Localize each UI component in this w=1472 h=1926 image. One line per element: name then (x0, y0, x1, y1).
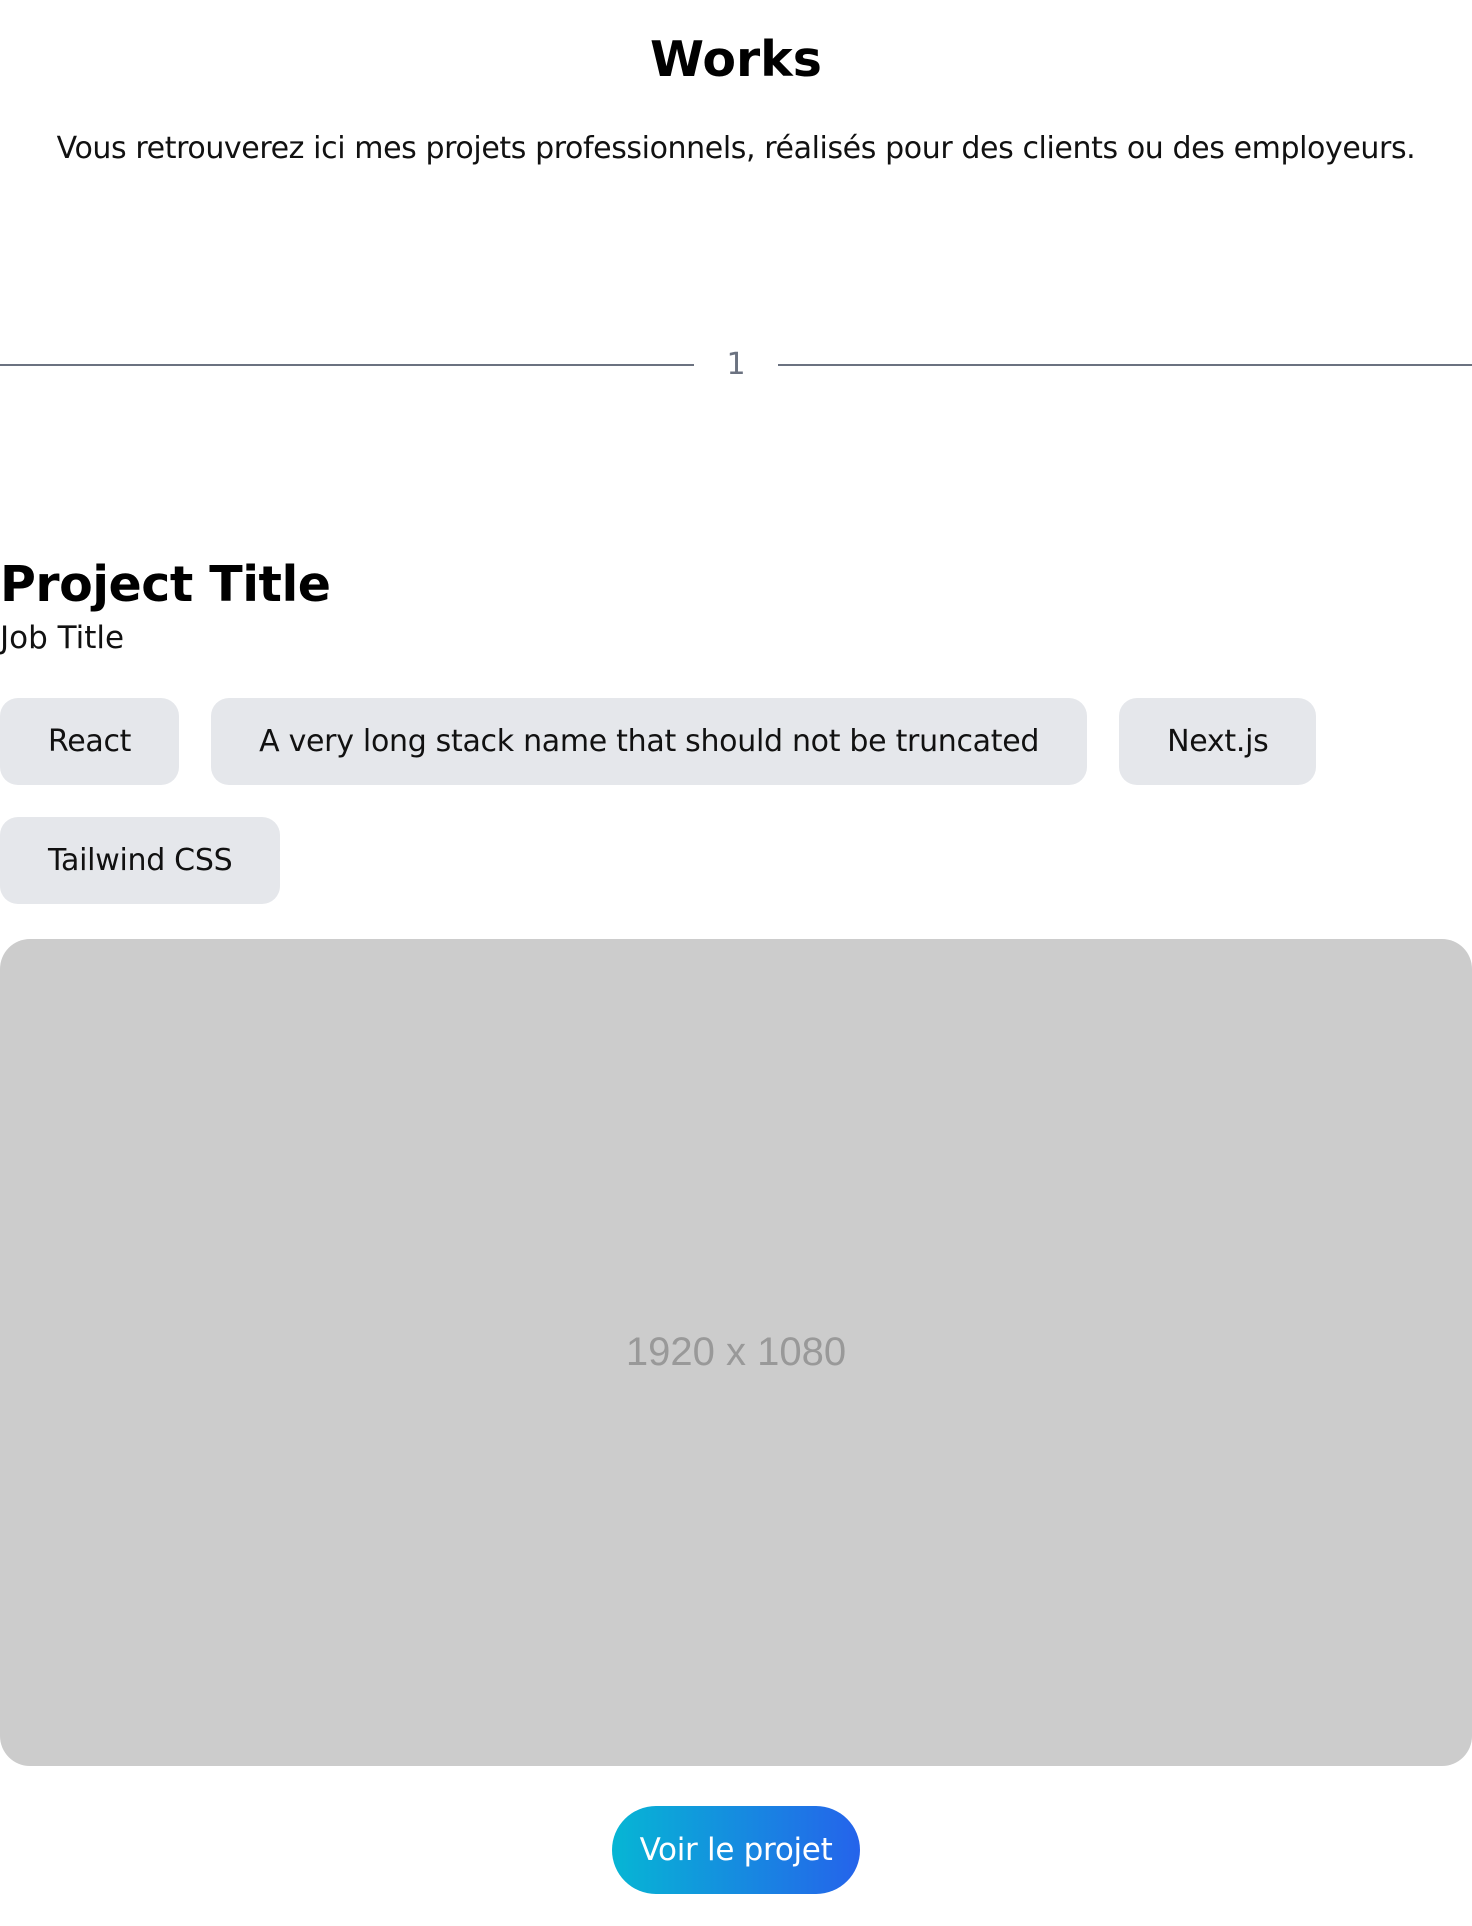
project-card: Project Title Job Title React A very lon… (0, 552, 1472, 904)
placeholder-dimensions-label: 1920 x 1080 (625, 1330, 847, 1374)
section-divider: 1 (0, 345, 1472, 385)
stack-tag: Tailwind CSS (0, 817, 281, 904)
project-image-placeholder: 1920 x 1080 (0, 939, 1472, 1766)
project-title: Project Title (0, 556, 331, 613)
works-page: Works Vous retrouverez ici mes projets p… (0, 0, 1472, 1926)
divider-line-left (0, 364, 694, 366)
page-title: Works (650, 31, 822, 88)
stack-tag: React (0, 698, 180, 785)
view-project-button[interactable]: Voir le projet (612, 1806, 860, 1894)
project-number: 1 (726, 347, 746, 382)
stack-tag-list: React A very long stack name that should… (0, 698, 1472, 904)
job-title: Job Title (0, 620, 125, 656)
stack-tag: Next.js (1119, 698, 1317, 785)
stack-tag: A very long stack name that should not b… (211, 698, 1088, 785)
divider-line-right (778, 364, 1472, 366)
page-intro: Vous retrouverez ici mes projets profess… (56, 131, 1416, 166)
